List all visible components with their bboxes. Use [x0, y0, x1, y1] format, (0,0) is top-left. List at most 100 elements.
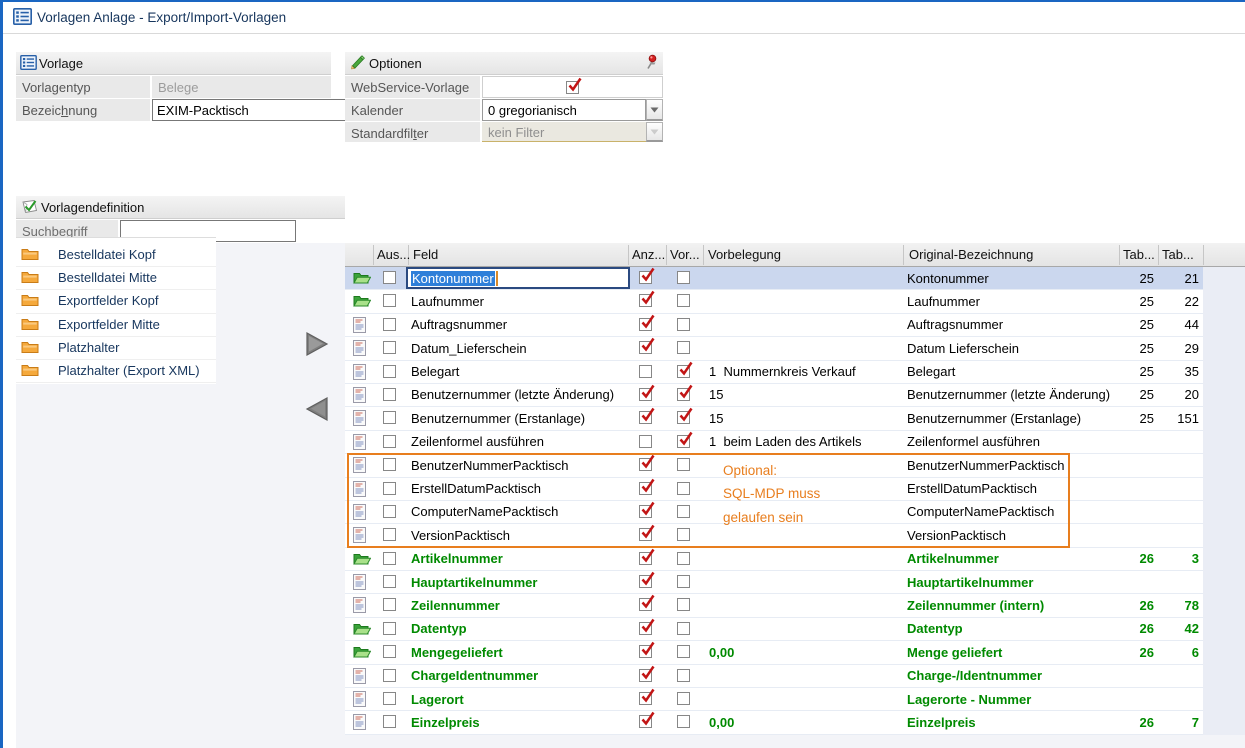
kalender-dropdown-button[interactable]: [646, 99, 663, 121]
vorbelegung-checkbox[interactable]: [677, 528, 690, 541]
anzeigen-checkbox[interactable]: [639, 435, 652, 448]
table-row[interactable]: ZeilennummerZeilennummer (intern)2678: [345, 594, 1203, 617]
pin-icon[interactable]: [645, 54, 659, 74]
table-row[interactable]: AuftragsnummerAuftragsnummer2544: [345, 314, 1203, 337]
aus-checkbox[interactable]: [383, 435, 396, 448]
table-row[interactable]: VersionPacktischVersionPacktisch: [345, 524, 1203, 547]
move-right-button[interactable]: [303, 331, 331, 357]
feld-edit-cell[interactable]: Kontonummer: [406, 267, 630, 289]
aus-checkbox[interactable]: [383, 692, 396, 705]
vorbelegung-checkbox[interactable]: [677, 505, 690, 518]
column-header[interactable]: Anz...: [632, 247, 665, 262]
anzeigen-checkbox-checked[interactable]: [639, 528, 652, 541]
anzeigen-checkbox-checked[interactable]: [639, 388, 652, 401]
aus-checkbox[interactable]: [383, 458, 396, 471]
folder-item[interactable]: Platzhalter: [16, 336, 216, 360]
anzeigen-checkbox-checked[interactable]: [639, 341, 652, 354]
folder-item[interactable]: Exportfelder Mitte: [16, 313, 216, 337]
aus-checkbox[interactable]: [383, 669, 396, 682]
anzeigen-checkbox-checked[interactable]: [639, 505, 652, 518]
column-header[interactable]: Feld: [413, 247, 438, 262]
aus-checkbox[interactable]: [383, 575, 396, 588]
vorbelegung-checkbox-checked[interactable]: [677, 435, 690, 448]
aus-checkbox[interactable]: [383, 341, 396, 354]
vorbelegung-checkbox[interactable]: [677, 715, 690, 728]
table-row[interactable]: KontonummerKontonummer2521: [345, 267, 1203, 290]
anzeigen-checkbox-checked[interactable]: [639, 715, 652, 728]
column-header[interactable]: Tab...: [1162, 247, 1194, 262]
aus-checkbox[interactable]: [383, 388, 396, 401]
webservice-checkbox[interactable]: [566, 81, 579, 94]
column-header[interactable]: Vor...: [670, 247, 700, 262]
anzeigen-checkbox-checked[interactable]: [639, 294, 652, 307]
table-row[interactable]: ComputerNamePacktischComputerNamePacktis…: [345, 501, 1203, 524]
anzeigen-checkbox-checked[interactable]: [639, 645, 652, 658]
aus-checkbox[interactable]: [383, 645, 396, 658]
table-row[interactable]: ChargeIdentnummerCharge-/Identnummer: [345, 665, 1203, 688]
folder-item[interactable]: Exportfelder Kopf: [16, 289, 216, 313]
table-row[interactable]: ArtikelnummerArtikelnummer263: [345, 548, 1203, 571]
aus-checkbox[interactable]: [383, 271, 396, 284]
anzeigen-checkbox[interactable]: [639, 365, 652, 378]
table-row[interactable]: LagerortLagerorte - Nummer: [345, 688, 1203, 711]
folder-item[interactable]: Platzhalter (Export XML): [16, 359, 216, 383]
aus-checkbox[interactable]: [383, 482, 396, 495]
vorbelegung-checkbox-checked[interactable]: [677, 365, 690, 378]
table-row[interactable]: Benutzernummer (Erstanlage)15Benutzernum…: [345, 407, 1203, 430]
anzeigen-checkbox-checked[interactable]: [639, 318, 652, 331]
vorbelegung-checkbox[interactable]: [677, 341, 690, 354]
anzeigen-checkbox-checked[interactable]: [639, 271, 652, 284]
aus-checkbox[interactable]: [383, 598, 396, 611]
column-header[interactable]: Original-Bezeichnung: [909, 247, 1033, 262]
aus-checkbox[interactable]: [383, 318, 396, 331]
folder-item[interactable]: Bestelldatei Kopf: [16, 243, 216, 267]
vorbelegung-checkbox[interactable]: [677, 645, 690, 658]
table-row[interactable]: DatentypDatentyp2642: [345, 618, 1203, 641]
column-header[interactable]: Tab...: [1123, 247, 1155, 262]
aus-checkbox[interactable]: [383, 622, 396, 635]
vorbelegung-checkbox-checked[interactable]: [677, 388, 690, 401]
aus-checkbox[interactable]: [383, 505, 396, 518]
column-header[interactable]: Vorbelegung: [708, 247, 781, 262]
vorbelegung-checkbox[interactable]: [677, 482, 690, 495]
vorbelegung-checkbox[interactable]: [677, 552, 690, 565]
table-row[interactable]: ErstellDatumPacktischErstellDatumPacktis…: [345, 478, 1203, 501]
aus-checkbox[interactable]: [383, 552, 396, 565]
anzeigen-checkbox-checked[interactable]: [639, 598, 652, 611]
anzeigen-checkbox-checked[interactable]: [639, 458, 652, 471]
vorbelegung-checkbox[interactable]: [677, 692, 690, 705]
bezeichnung-input[interactable]: [152, 99, 357, 121]
aus-checkbox[interactable]: [383, 715, 396, 728]
anzeigen-checkbox-checked[interactable]: [639, 411, 652, 424]
table-row[interactable]: Zeilenformel ausführen1 beim Laden des A…: [345, 431, 1203, 454]
kalender-combo[interactable]: 0 gregorianisch: [482, 99, 646, 121]
vorbelegung-checkbox[interactable]: [677, 598, 690, 611]
table-row[interactable]: Benutzernummer (letzte Änderung)15Benutz…: [345, 384, 1203, 407]
move-left-button[interactable]: [303, 396, 331, 422]
aus-checkbox[interactable]: [383, 294, 396, 307]
anzeigen-checkbox-checked[interactable]: [639, 552, 652, 565]
anzeigen-checkbox-checked[interactable]: [639, 482, 652, 495]
aus-checkbox[interactable]: [383, 365, 396, 378]
table-row[interactable]: Einzelpreis0,00Einzelpreis267: [345, 711, 1203, 734]
vorbelegung-checkbox[interactable]: [677, 318, 690, 331]
table-row[interactable]: LaufnummerLaufnummer2522: [345, 290, 1203, 313]
aus-checkbox[interactable]: [383, 411, 396, 424]
anzeigen-checkbox-checked[interactable]: [639, 575, 652, 588]
anzeigen-checkbox-checked[interactable]: [639, 692, 652, 705]
vorbelegung-checkbox[interactable]: [677, 271, 690, 284]
aus-checkbox[interactable]: [383, 528, 396, 541]
vorbelegung-checkbox[interactable]: [677, 294, 690, 307]
table-row[interactable]: BenutzerNummerPacktischBenutzerNummerPac…: [345, 454, 1203, 477]
table-row[interactable]: HauptartikelnummerHauptartikelnummer: [345, 571, 1203, 594]
anzeigen-checkbox-checked[interactable]: [639, 669, 652, 682]
vorbelegung-checkbox[interactable]: [677, 575, 690, 588]
vorbelegung-checkbox[interactable]: [677, 669, 690, 682]
column-header[interactable]: Aus...: [377, 247, 410, 262]
folder-item[interactable]: Bestelldatei Mitte: [16, 266, 216, 290]
table-row[interactable]: Datum_LieferscheinDatum Lieferschein2529: [345, 337, 1203, 360]
vorbelegung-checkbox[interactable]: [677, 622, 690, 635]
vorbelegung-checkbox[interactable]: [677, 458, 690, 471]
vorbelegung-checkbox-checked[interactable]: [677, 411, 690, 424]
table-row[interactable]: Mengegeliefert0,00Menge geliefert266: [345, 641, 1203, 664]
